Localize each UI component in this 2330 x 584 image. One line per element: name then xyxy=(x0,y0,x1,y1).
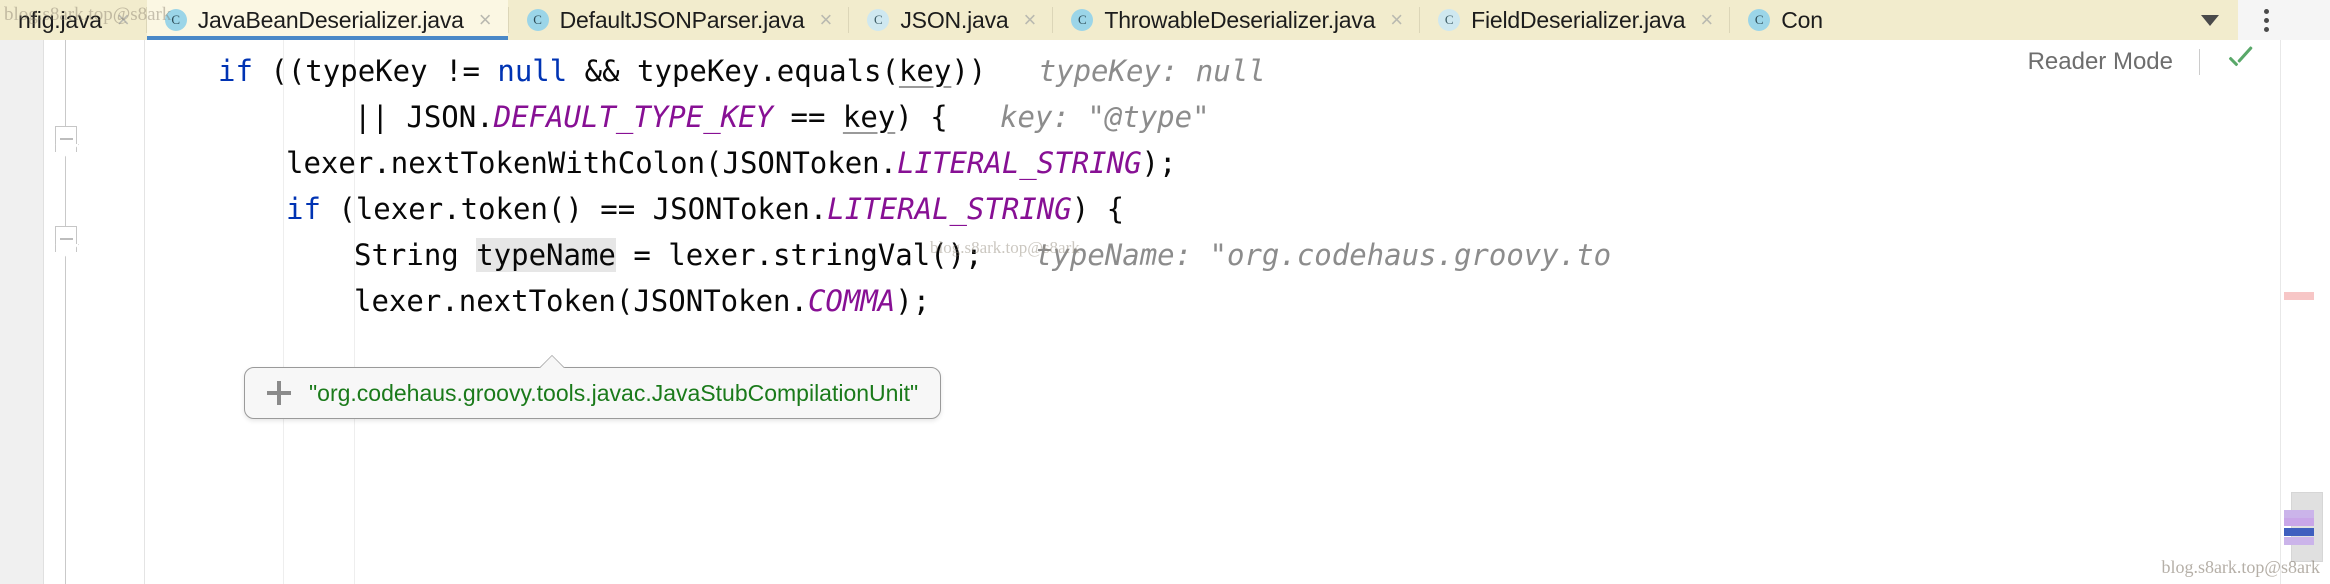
tab-label: Con xyxy=(1781,6,1823,33)
inline-debug-hint: typeName: "org.codehaus.groovy.to xyxy=(982,238,1612,272)
reader-mode-label: Reader Mode xyxy=(2027,48,2173,75)
code-token: LITERAL_STRING xyxy=(897,146,1142,180)
code-token: if xyxy=(286,192,339,226)
editor-tab-nfig-java[interactable]: nfig.java × xyxy=(0,0,146,40)
vertical-dots-icon xyxy=(2263,8,2269,32)
code-token: = lexer.stringVal(); xyxy=(615,238,983,272)
java-class-icon: C xyxy=(526,9,549,31)
editor-tab-fielddeserializer-java[interactable]: C FieldDeserializer.java × xyxy=(1420,0,1730,40)
tab-label: JavaBeanDeserializer.java xyxy=(197,6,464,33)
code-token: ); xyxy=(1141,146,1177,180)
java-class-icon: C xyxy=(1071,9,1094,31)
code-token: ((typeKey != xyxy=(270,54,498,88)
scrollbar-marker[interactable] xyxy=(2284,518,2314,526)
chevron-down-icon xyxy=(2201,14,2219,26)
popup-value-text: "org.codehaus.groovy.tools.javac.JavaStu… xyxy=(309,379,919,406)
code-token: String xyxy=(354,238,477,272)
code-token: if xyxy=(218,54,271,88)
tab-label: nfig.java xyxy=(18,6,102,33)
tab-label: ThrowableDeserializer.java xyxy=(1104,6,1376,33)
plus-icon[interactable] xyxy=(267,381,291,405)
editor-gutter[interactable] xyxy=(45,40,145,584)
tab-label: JSON.java xyxy=(900,6,1009,33)
scrollbar-marker[interactable] xyxy=(2284,537,2314,545)
ide-window: nfig.java × C JavaBeanDeserializer.java × C De… xyxy=(0,0,2330,584)
code-token: || JSON. xyxy=(354,100,494,134)
close-icon[interactable]: × xyxy=(117,9,130,31)
editor-tab-json-java[interactable]: C JSON.java × xyxy=(849,0,1053,40)
gutter-border xyxy=(144,40,145,584)
checkmark-icon[interactable] xyxy=(2226,51,2256,73)
code-token: ) { xyxy=(895,100,948,134)
editor-area: if ((typeKey != null && typeKey.equals(k… xyxy=(0,40,2330,584)
code-token: )) xyxy=(951,54,987,88)
code-token: ) { xyxy=(1071,192,1125,226)
editor-tab-bar: nfig.java × C JavaBeanDeserializer.java × C De… xyxy=(0,0,2330,40)
tab-label: DefaultJSONParser.java xyxy=(559,6,805,33)
debugger-value-popup[interactable]: "org.codehaus.groovy.tools.javac.JavaStu… xyxy=(244,367,942,419)
scrollbar-marker[interactable] xyxy=(2284,510,2314,518)
code-line[interactable]: || JSON.DEFAULT_TYPE_KEY == key) { key: … xyxy=(354,94,1210,140)
java-class-icon: C xyxy=(867,9,890,31)
scrollbar-marker-panel[interactable] xyxy=(2280,40,2330,584)
code-token: LITERAL_STRING xyxy=(827,192,1072,226)
code-token: && typeKey.equals( xyxy=(567,54,899,88)
close-icon[interactable]: × xyxy=(1024,9,1037,31)
editor-tab-defaultjsonparser-java[interactable]: C DefaultJSONParser.java × xyxy=(508,0,849,40)
code-line[interactable]: lexer.nextToken(JSONToken.COMMA); xyxy=(354,278,930,324)
code-token: key xyxy=(898,54,952,88)
code-line[interactable]: String typeName = lexer.stringVal(); typ… xyxy=(354,232,1611,278)
java-class-icon: C xyxy=(1438,9,1461,31)
code-token: == xyxy=(773,100,843,134)
reader-mode-toggle[interactable]: Reader Mode xyxy=(2028,48,2256,76)
editor-tab-throwabledeserializer-java[interactable]: C ThrowableDeserializer.java × xyxy=(1053,0,1420,40)
code-token: ); xyxy=(895,284,931,318)
code-line[interactable]: if ((typeKey != null && typeKey.equals(k… xyxy=(218,48,1266,94)
scrollbar-thumb[interactable] xyxy=(2291,492,2323,562)
code-token: DEFAULT_TYPE_KEY xyxy=(493,100,774,134)
fold-marker-inner[interactable] xyxy=(55,226,77,252)
editor-tab-con[interactable]: C Con xyxy=(1730,0,1839,40)
close-icon[interactable]: × xyxy=(1390,9,1403,31)
java-class-icon: C xyxy=(164,9,187,31)
close-icon[interactable]: × xyxy=(1700,9,1713,31)
reader-mode-separator xyxy=(2199,49,2200,75)
code-token: key xyxy=(842,100,896,134)
close-icon[interactable]: × xyxy=(820,9,833,31)
scrollbar-marker[interactable] xyxy=(2284,528,2314,536)
editor-options-menu-button[interactable] xyxy=(2238,0,2294,40)
inline-debug-hint: key: "@type" xyxy=(947,100,1210,134)
code-token: (lexer.token() == JSONToken. xyxy=(338,192,828,226)
close-icon[interactable]: × xyxy=(479,9,492,31)
show-hidden-tabs-button[interactable] xyxy=(2182,0,2238,40)
fold-marker-outer[interactable] xyxy=(55,126,77,152)
code-content[interactable]: if ((typeKey != null && typeKey.equals(k… xyxy=(146,40,2280,584)
scrollbar-marker[interactable] xyxy=(2284,292,2314,300)
code-token: COMMA xyxy=(807,284,896,318)
inline-debug-hint: typeKey: null xyxy=(986,54,1266,88)
popup-arrow xyxy=(539,355,565,368)
tool-window-strip xyxy=(0,40,44,584)
java-class-icon: C xyxy=(1748,9,1771,31)
tab-label: FieldDeserializer.java xyxy=(1471,6,1686,33)
code-token: null xyxy=(497,54,568,88)
editor-tab-javabeandeserializer-java[interactable]: C JavaBeanDeserializer.java × xyxy=(146,0,508,40)
code-line[interactable]: if (lexer.token() == JSONToken.LITERAL_S… xyxy=(286,186,1124,232)
code-line[interactable]: lexer.nextTokenWithColon(JSONToken.LITER… xyxy=(286,140,1176,186)
fold-region-line xyxy=(65,40,66,584)
code-token: lexer.nextToken(JSONToken. xyxy=(354,284,808,318)
code-token: typeName xyxy=(476,238,616,272)
code-token: lexer.nextTokenWithColon(JSONToken. xyxy=(286,146,898,180)
